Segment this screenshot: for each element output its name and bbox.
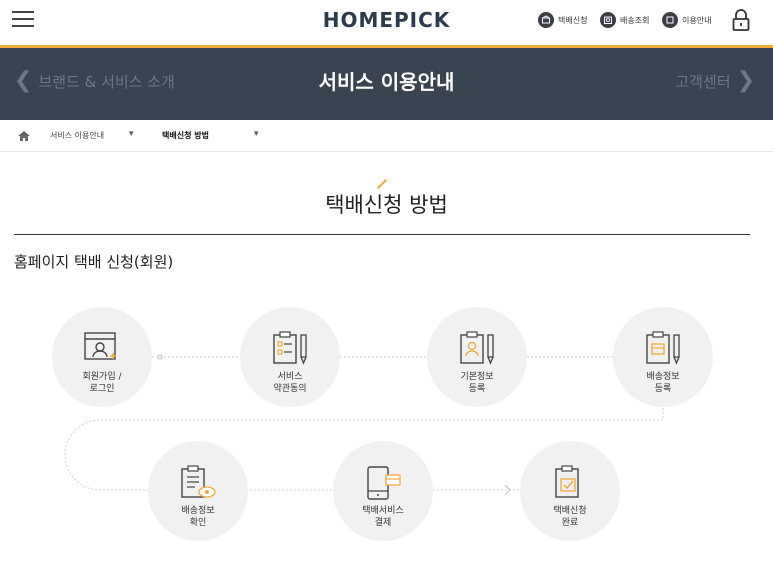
shipping-register-icon — [646, 331, 680, 365]
step-shipping-confirm: 배송정보 확인 — [148, 441, 248, 541]
signup-icon — [84, 332, 116, 360]
agreement-icon — [273, 331, 307, 365]
step-payment: 택배서비스 결제 — [333, 441, 433, 541]
complete-icon — [555, 465, 579, 498]
step-label-line: 완료 — [561, 518, 579, 528]
step-label-line: 회원가입 / — [82, 372, 122, 382]
basic-info-icon — [460, 331, 494, 365]
step-label-line: 로그인 — [89, 384, 115, 394]
step-signup-login: 회원가입 / 로그인 — [52, 307, 152, 407]
step-shipping-register: 배송정보 등록 — [613, 307, 713, 407]
step-label-line: 등록 — [654, 384, 672, 394]
step-label-line: 택배신청 — [553, 506, 587, 516]
step-label: 서비스 약관동의 — [240, 371, 340, 395]
step-basic-info: 기본정보 등록 — [427, 307, 527, 407]
shipping-confirm-icon — [181, 465, 216, 498]
step-service-agreement: 서비스 약관동의 — [240, 307, 340, 407]
step-label-line: 배송정보 — [181, 506, 215, 516]
step-label-line: 확인 — [189, 518, 207, 528]
step-label-line: 결제 — [374, 518, 392, 528]
step-label-line: 약관동의 — [273, 384, 307, 394]
step-label-line: 택배서비스 — [362, 506, 404, 516]
step-label: 배송정보 확인 — [148, 505, 248, 529]
step-complete: 택배신청 완료 — [520, 441, 620, 541]
step-label: 배송정보 등록 — [613, 371, 713, 395]
step-label: 회원가입 / 로그인 — [52, 371, 152, 395]
step-label-line: 서비스 — [277, 372, 303, 382]
step-label-line: 등록 — [468, 384, 486, 394]
step-label: 택배신청 완료 — [520, 505, 620, 529]
payment-icon — [367, 466, 401, 500]
step-label: 기본정보 등록 — [427, 371, 527, 395]
step-label-line: 기본정보 — [460, 372, 494, 382]
step-label: 택배서비스 결제 — [333, 505, 433, 529]
step-label-line: 배송정보 — [646, 372, 680, 382]
